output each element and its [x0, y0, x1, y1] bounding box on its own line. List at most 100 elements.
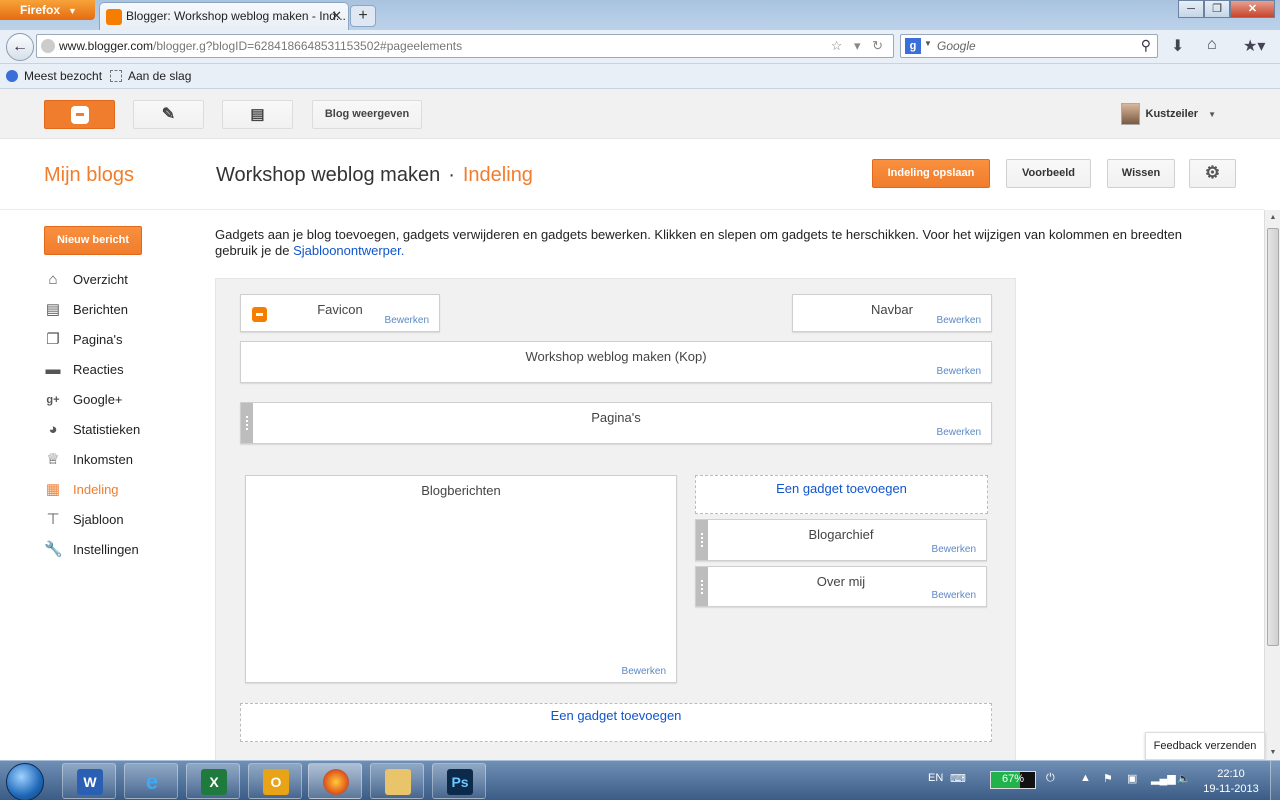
language-indicator[interactable]: EN [928, 772, 943, 784]
sidebar-item-label: Google+ [73, 392, 123, 407]
blogger-home-button[interactable] [44, 100, 115, 129]
add-gadget-sidebar-button[interactable]: Een gadget toevoegen [695, 475, 988, 514]
show-hidden-icons-icon[interactable]: ▲ [1080, 772, 1091, 784]
sidebar-item-label: Indeling [73, 482, 119, 497]
star-icon[interactable]: ☆ ▾ ↻ [831, 38, 887, 54]
pages-icon: ❐ [46, 331, 60, 348]
gadget-title: Blogberichten [421, 483, 501, 498]
add-gadget-footer-button[interactable]: Een gadget toevoegen [240, 703, 992, 742]
save-layout-button[interactable]: Indeling opslaan [872, 159, 990, 188]
scroll-down-icon[interactable]: ▼ [1265, 749, 1280, 756]
gadget-blog-archive[interactable]: Blogarchief Bewerken [695, 519, 987, 561]
taskbar-explorer[interactable] [370, 763, 424, 799]
minimize-button[interactable]: ─ [1178, 0, 1204, 18]
sidebar-item-stats[interactable]: ◕ Statistieken [44, 420, 140, 450]
sidebar-item-posts[interactable]: ▤ Berichten [44, 300, 140, 330]
my-blogs-link[interactable]: Mijn blogs [44, 164, 134, 187]
gadget-blog-posts[interactable]: Blogberichten Bewerken [245, 475, 677, 683]
blogger-logo-icon [70, 106, 89, 124]
gadget-favicon[interactable]: Favicon Bewerken [240, 294, 440, 332]
edit-link[interactable]: Bewerken [937, 315, 981, 326]
window-controls: ─ ❐ ✕ [1178, 0, 1275, 18]
sidebar-item-pages[interactable]: ❐ Pagina's [44, 330, 140, 360]
preview-button[interactable]: Voorbeeld [1006, 159, 1091, 188]
page-scrollbar[interactable]: ▲ ▼ [1264, 210, 1280, 760]
sidebar-item-label: Instellingen [73, 542, 139, 557]
gadget-pages[interactable]: Pagina's Bewerken [240, 402, 992, 444]
taskbar-word[interactable]: W [62, 763, 116, 799]
blogger-topbar: ✎ ▤ Blog weergeven Kustzeiler ▼ [0, 89, 1280, 139]
bookmark-label: Meest bezocht [24, 69, 103, 83]
send-feedback-button[interactable]: Feedback verzenden [1145, 732, 1265, 760]
template-designer-link[interactable]: Sjabloonontwerper. [293, 243, 404, 258]
new-post-button[interactable]: Nieuw bericht [44, 226, 142, 255]
bookmark-most-visited[interactable]: Meest bezocht [6, 69, 102, 83]
word-icon: W [77, 769, 103, 795]
gadget-navbar[interactable]: Navbar Bewerken [792, 294, 992, 332]
layout-editor: Favicon Bewerken Navbar Bewerken Worksho… [215, 278, 1016, 768]
maximize-button[interactable]: ❐ [1204, 0, 1230, 18]
scrollbar-thumb[interactable] [1267, 228, 1279, 646]
keyboard-icon[interactable]: ⌨ [950, 772, 966, 785]
search-engine-dropdown-icon[interactable]: ▼ [924, 39, 932, 48]
taskbar-outlook[interactable]: O [248, 763, 302, 799]
battery-indicator[interactable]: 67% [990, 771, 1036, 789]
tab-close-icon[interactable]: ✕ [331, 8, 342, 24]
sidebar-item-google-plus[interactable]: g+ Google+ [44, 390, 140, 420]
settings-gear-button[interactable]: ⚙ [1189, 159, 1236, 188]
volume-icon[interactable]: 🔈 [1177, 772, 1191, 785]
user-menu[interactable]: Kustzeiler ▼ [1120, 103, 1216, 125]
sidebar-item-earnings[interactable]: ♕ Inkomsten [44, 450, 140, 480]
network-signal-icon[interactable]: ▂▄▆ [1151, 772, 1176, 785]
posts-list-button[interactable]: ▤ [222, 100, 293, 129]
view-blog-button[interactable]: Blog weergeven [312, 100, 422, 129]
sidebar-item-template[interactable]: ⊤ Sjabloon [44, 510, 140, 540]
page-icon [110, 70, 122, 82]
sidebar-item-label: Sjabloon [73, 512, 124, 527]
clear-button[interactable]: Wissen [1107, 159, 1175, 188]
sidebar-item-label: Reacties [73, 362, 124, 377]
edit-link[interactable]: Bewerken [385, 315, 429, 326]
internet-explorer-icon: e [145, 769, 159, 794]
edit-link[interactable]: Bewerken [622, 666, 666, 677]
action-center-flag-icon[interactable]: ⚑ [1103, 772, 1113, 785]
bookmark-label: Aan de slag [128, 69, 192, 83]
new-post-pencil-button[interactable]: ✎ [133, 100, 204, 129]
outlook-icon: O [263, 769, 289, 795]
power-plug-icon[interactable]: ⏻ [1046, 772, 1055, 785]
browser-tab[interactable]: Blogger: Workshop weblog maken - Ind... … [99, 2, 349, 30]
show-desktop-button[interactable] [1270, 761, 1280, 800]
search-bar[interactable]: g ▼ Google ⚲ [900, 34, 1158, 58]
home-icon[interactable]: ⌂ [1207, 36, 1217, 54]
device-icon[interactable]: ▣ [1127, 772, 1137, 785]
gadget-about-me[interactable]: Over mij Bewerken [695, 566, 987, 607]
taskbar-internet-explorer[interactable]: e [124, 763, 178, 799]
edit-link[interactable]: Bewerken [932, 590, 976, 601]
taskbar-photoshop[interactable]: Ps [432, 763, 486, 799]
sidebar-item-layout[interactable]: ▦ Indeling [44, 480, 140, 510]
new-tab-button[interactable]: + [350, 5, 376, 27]
bookmark-getting-started[interactable]: Aan de slag [110, 69, 191, 83]
system-clock[interactable]: 22:10 19-11-2013 [1198, 767, 1264, 797]
sidebar-item-overview[interactable]: ⌂ Overzicht [44, 270, 140, 300]
windows-start-button[interactable] [6, 763, 44, 800]
edit-link[interactable]: Bewerken [937, 366, 981, 377]
gadget-header[interactable]: Workshop weblog maken (Kop) Bewerken [240, 341, 992, 383]
sidebar-nav: ⌂ Overzicht ▤ Berichten ❐ Pagina's ▬ Reactie… [44, 270, 140, 570]
blogger-favicon-icon [106, 9, 122, 25]
firefox-menu-button[interactable]: Firefox ▼ [0, 0, 95, 20]
sidebar-item-settings[interactable]: 🔧 Instellingen [44, 540, 140, 570]
download-icon[interactable]: ⬇ [1171, 36, 1184, 56]
bookmarks-menu-icon[interactable]: ★▾ [1243, 36, 1265, 56]
close-window-button[interactable]: ✕ [1230, 0, 1275, 18]
back-button[interactable]: ← [6, 33, 34, 61]
address-bar[interactable]: www.blogger.com/blogger.g?blogID=6284186… [36, 34, 894, 58]
edit-link[interactable]: Bewerken [937, 427, 981, 438]
edit-link[interactable]: Bewerken [932, 544, 976, 555]
sidebar-item-comments[interactable]: ▬ Reacties [44, 360, 140, 390]
taskbar-firefox[interactable] [308, 763, 362, 799]
taskbar-excel[interactable]: X [186, 763, 240, 799]
url-host: www.blogger.com [59, 39, 154, 53]
search-icon[interactable]: ⚲ [1141, 37, 1151, 54]
scroll-up-icon[interactable]: ▲ [1265, 214, 1280, 221]
